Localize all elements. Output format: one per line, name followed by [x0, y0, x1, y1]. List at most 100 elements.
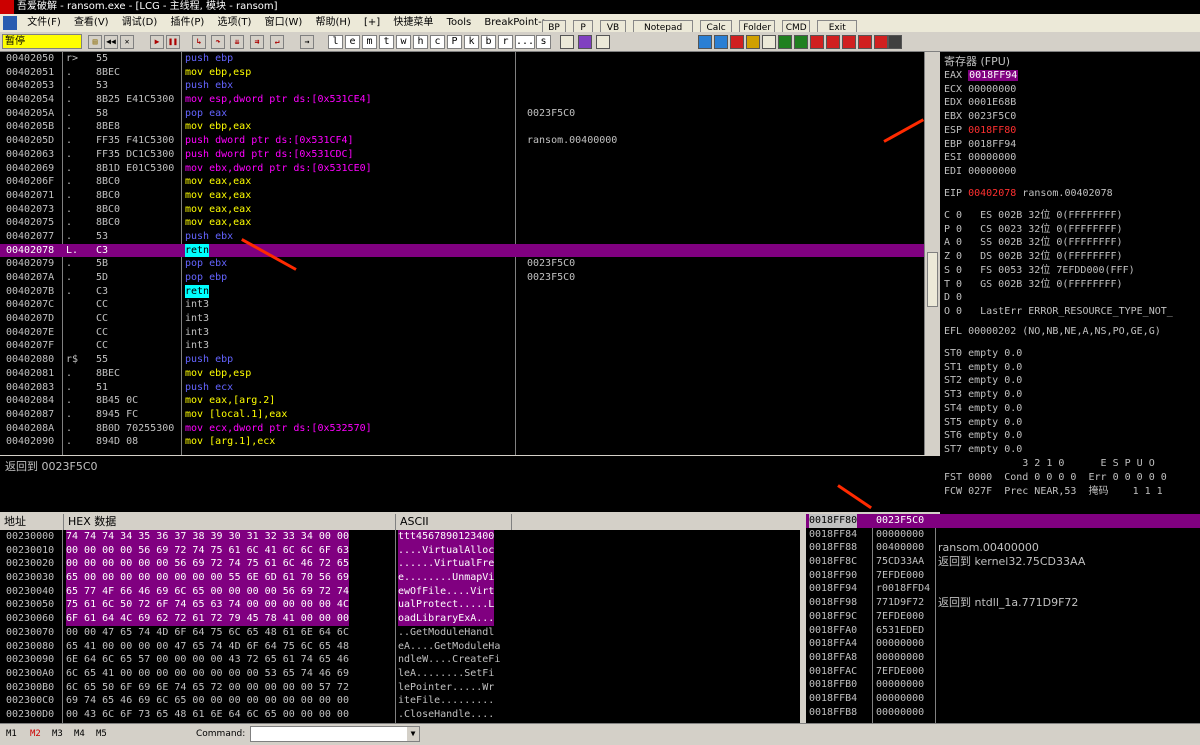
register-ecx[interactable]: ECX 00000000 [944, 83, 1016, 96]
dump-row[interactable]: 00230050 75 61 6C 50 72 6F 74 65 63 74 00… [0, 598, 800, 613]
chevron-down-icon[interactable]: ▼ [407, 727, 419, 741]
references-button[interactable]: r [498, 35, 513, 49]
plugin-icon-11[interactable] [858, 35, 872, 49]
memory-map-button[interactable]: m [362, 35, 377, 49]
menu-plugins[interactable]: 插件(P) [165, 14, 209, 32]
menu-help[interactable]: 帮助(H) [311, 14, 356, 32]
dump-row[interactable]: 002300A0 6C 65 41 00 00 00 00 00 00 00 00… [0, 667, 800, 681]
dump-row[interactable]: 00230080 65 41 00 00 00 00 47 65 74 4D 6F… [0, 640, 800, 654]
stack-row[interactable]: 0018FF94 r0018FFD4 [806, 582, 1200, 596]
stack-row[interactable]: 0018FF98 771D9F72 返回到 ntdll_1a.771D9F72 [806, 596, 1200, 610]
menu-options[interactable]: 选项(T) [213, 14, 257, 32]
open-icon[interactable]: ▤ [88, 35, 102, 49]
register-edi[interactable]: EDI 00000000 [944, 165, 1016, 178]
menu-plus[interactable]: [+] [359, 14, 385, 32]
fpu-register[interactable]: ST0 empty 0.0 [944, 347, 1022, 360]
disasm-row[interactable]: 00402080 r$ 55 push ebp [0, 353, 924, 367]
flag-line[interactable]: D 0 [944, 291, 962, 304]
plugin-icon-6[interactable] [778, 35, 792, 49]
threads-button[interactable]: t [379, 35, 394, 49]
run-icon[interactable]: ▶ [150, 35, 164, 49]
plugin-icon-7[interactable] [794, 35, 808, 49]
flag-line[interactable]: S 0 FS 0053 32位 7EFDD000(FFF) [944, 264, 1135, 277]
stack-row[interactable]: 0018FF90 7EFDE000 [806, 569, 1200, 583]
disasm-row[interactable]: 00402050 r> 55 push ebp [0, 52, 924, 66]
fpu-register[interactable]: ST4 empty 0.0 [944, 402, 1022, 415]
flag-line[interactable]: Z 0 DS 002B 32位 0(FFFFFFFF) [944, 250, 1123, 263]
efl-line[interactable]: EFL 00000202 (NO,NB,NE,A,NS,PO,GE,G) [944, 325, 1161, 338]
register-value[interactable]: 0018FF80 [968, 125, 1016, 136]
hex-dump-pane[interactable]: 00230000 74 74 74 34 35 36 37 38 39 30 31… [0, 530, 800, 723]
disasm-row[interactable]: 0040207A. 5D pop ebp 0023F5C0 [0, 271, 924, 285]
disasm-row[interactable]: 0040207F CC int3 [0, 339, 924, 353]
list-icon[interactable] [560, 35, 574, 49]
close-icon[interactable]: ✕ [120, 35, 134, 49]
disasm-row[interactable]: 00402083. 51 push ecx [0, 381, 924, 395]
dump-header-ascii[interactable]: ASCII [396, 514, 512, 530]
fpu-register[interactable]: ST7 empty 0.0 [944, 443, 1022, 456]
run-trace-button[interactable]: ... [515, 35, 535, 49]
stack-row[interactable]: 0018FF80 0023F5C0 [806, 514, 1200, 528]
register-ebx[interactable]: EBX 0023F5C0 [944, 110, 1016, 123]
tab-m1[interactable]: M1 [6, 729, 17, 739]
plugin-icon-5[interactable] [762, 35, 776, 49]
menu-tools[interactable]: Tools [442, 14, 477, 32]
trace-over-icon[interactable]: ⇉ [250, 35, 264, 49]
plugin-icon-8[interactable] [810, 35, 824, 49]
execute-till-return-icon[interactable]: ↵ [270, 35, 284, 49]
disasm-row[interactable]: 0040207B. C3 retn [0, 284, 924, 299]
handles-button[interactable]: h [413, 35, 428, 49]
restart-icon[interactable]: ◀◀ [104, 35, 118, 49]
step-into-icon[interactable]: ↳ [192, 35, 206, 49]
disasm-row[interactable]: 00402090. 894D 08 mov [arg.1],ecx [0, 435, 924, 449]
plugin-icon-2[interactable] [714, 35, 728, 49]
cpu-button[interactable]: c [430, 35, 445, 49]
stack-row[interactable]: 0018FFA0 6531EDED [806, 624, 1200, 638]
disasm-row[interactable]: 00402063. FF35 DC1C5300 push dword ptr ds:… [0, 148, 924, 162]
fpu-register[interactable]: ST3 empty 0.0 [944, 388, 1022, 401]
fpu-register[interactable]: ST1 empty 0.0 [944, 361, 1022, 374]
stack-row[interactable]: 0018FFB0 00000000 [806, 678, 1200, 692]
plugin-icon-3[interactable] [730, 35, 744, 49]
stack-row[interactable]: 0018FFA4 00000000 [806, 637, 1200, 651]
disasm-row[interactable]: 00402071. 8BC0 mov eax,eax [0, 189, 924, 203]
flag-line[interactable]: O 0 LastErr ERROR_RESOURCE_TYPE_NOT_ [944, 305, 1173, 318]
disasm-row[interactable]: 00402084. 8B45 0C mov eax,[arg.2] [0, 394, 924, 408]
command-input[interactable] [250, 726, 420, 742]
register-value[interactable]: 0018FF94 [968, 70, 1019, 81]
tab-m4[interactable]: M4 [74, 729, 85, 739]
breakpoints-button[interactable]: b [481, 35, 496, 49]
trace-into-icon[interactable]: ⇊ [230, 35, 244, 49]
dump-row[interactable]: 002300B0 6C 65 50 6F 69 6E 74 65 72 00 00… [0, 681, 800, 695]
dump-row[interactable]: 00230040 65 77 4F 66 46 69 6C 65 00 00 00… [0, 584, 800, 599]
disasm-row[interactable]: 0040206F. 8BC0 mov eax,eax [0, 175, 924, 189]
dump-row[interactable]: 002300C0 69 74 65 46 69 6C 65 00 00 00 00… [0, 694, 800, 708]
stack-row[interactable]: 0018FF84 00000000 [806, 528, 1200, 542]
disasm-row[interactable]: 00402087. 8945 FC mov [local.1],eax [0, 408, 924, 422]
register-edx[interactable]: EDX 0001E68B [944, 96, 1016, 109]
disasm-row[interactable]: 00402078 L. C3 retn [0, 243, 924, 258]
stack-row[interactable]: 0018FFAC 7EFDE000 [806, 665, 1200, 679]
disasm-row[interactable]: 0040205D. FF35 F41C5300 push dword ptr ds:… [0, 134, 924, 148]
tab-m3[interactable]: M3 [52, 729, 63, 739]
step-over-icon[interactable]: ↷ [211, 35, 225, 49]
stack-row[interactable]: 0018FF9C 7EFDE000 [806, 610, 1200, 624]
flag-line[interactable]: A 0 SS 002B 32位 0(FFFFFFFF) [944, 236, 1123, 249]
menu-view[interactable]: 查看(V) [69, 14, 114, 32]
plugin-icon-9[interactable] [826, 35, 840, 49]
disassembly-pane[interactable]: 00402050 r> 55 push ebp 00402051. 8BEC mov ebp… [0, 52, 924, 455]
plugin-icon-10[interactable] [842, 35, 856, 49]
disasm-row[interactable]: 00402073. 8BC0 mov eax,eax [0, 203, 924, 217]
flag-line[interactable]: C 0 ES 002B 32位 0(FFFFFFFF) [944, 209, 1123, 222]
menu-shortcut[interactable]: 快捷菜单 [388, 14, 438, 32]
register-esi[interactable]: ESI 00000000 [944, 151, 1016, 164]
register-esp[interactable]: ESP 0018FF80 [944, 124, 1016, 137]
disasm-row[interactable]: 0040207C CC int3 [0, 298, 924, 312]
dump-row[interactable]: 00230070 00 00 47 65 74 4D 6F 64 75 6C 65… [0, 626, 800, 640]
disasm-row[interactable]: 00402077. 53 push ebx [0, 230, 924, 244]
disasm-row[interactable]: 0040205A. 58 pop eax 0023F5C0 [0, 107, 924, 121]
flag-line[interactable]: T 0 GS 002B 32位 0(FFFFFFFF) [944, 278, 1123, 291]
register-ebp[interactable]: EBP 0018FF94 [944, 138, 1016, 151]
disasm-row[interactable]: 0040207E CC int3 [0, 326, 924, 340]
goto-icon[interactable]: → [300, 35, 314, 49]
